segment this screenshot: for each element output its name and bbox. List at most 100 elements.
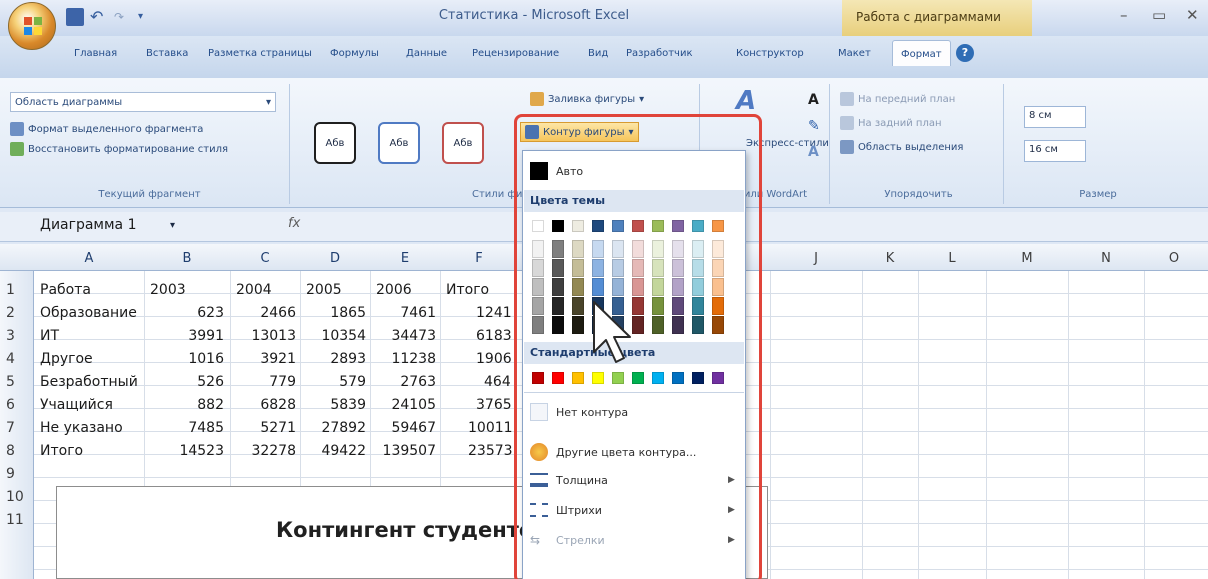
cell-b7[interactable]: 7485 — [152, 420, 224, 436]
theme-shade-swatch[interactable] — [712, 316, 724, 334]
shape-fill-button[interactable]: Заливка фигуры ▾ — [530, 92, 644, 106]
cell-b6[interactable]: 882 — [152, 397, 224, 413]
cell-c1[interactable]: 2004 — [236, 282, 272, 298]
cell-e8[interactable]: 139507 — [364, 443, 436, 459]
theme-shade-swatch[interactable] — [712, 259, 724, 277]
cell-d4[interactable]: 2893 — [294, 351, 366, 367]
name-box-dropdown-icon[interactable]: ▾ — [170, 220, 175, 231]
theme-shade-swatch[interactable] — [572, 259, 584, 277]
cell-a8[interactable]: Итого — [40, 443, 83, 459]
theme-color-swatch[interactable] — [612, 220, 624, 232]
standard-color-swatch[interactable] — [692, 372, 704, 384]
cell-c5[interactable]: 779 — [224, 374, 296, 390]
theme-shade-swatch[interactable] — [572, 278, 584, 296]
row-header-1[interactable]: 1 — [0, 282, 34, 298]
cell-a3[interactable]: ИТ — [40, 328, 59, 344]
theme-shade-swatch[interactable] — [552, 316, 564, 334]
row-header-5[interactable]: 5 — [0, 374, 34, 390]
theme-shade-swatch[interactable] — [692, 259, 704, 277]
help-icon[interactable]: ? — [956, 44, 974, 62]
standard-color-swatch[interactable] — [712, 372, 724, 384]
cell-d3[interactable]: 10354 — [294, 328, 366, 344]
theme-shade-swatch[interactable] — [612, 278, 624, 296]
chart-element-select[interactable]: Область диаграммы ▾ — [10, 92, 276, 112]
row-header-7[interactable]: 7 — [0, 420, 34, 436]
theme-shade-swatch[interactable] — [672, 316, 684, 334]
tab-developer[interactable]: Разработчик — [626, 48, 693, 59]
cell-b2[interactable]: 623 — [152, 305, 224, 321]
cell-a6[interactable]: Учащийся — [40, 397, 113, 413]
cell-b3[interactable]: 3991 — [152, 328, 224, 344]
cell-d7[interactable]: 27892 — [294, 420, 366, 436]
row-header-9[interactable]: 9 — [0, 466, 34, 482]
theme-shade-swatch[interactable] — [652, 259, 664, 277]
theme-shade-swatch[interactable] — [552, 297, 564, 315]
theme-color-swatch[interactable] — [532, 220, 544, 232]
theme-color-swatch[interactable] — [592, 220, 604, 232]
theme-shade-swatch[interactable] — [552, 278, 564, 296]
cell-f5[interactable]: 464 — [484, 374, 511, 390]
theme-shade-swatch[interactable] — [652, 278, 664, 296]
theme-shade-swatch[interactable] — [592, 240, 604, 258]
tab-formulas[interactable]: Формулы — [330, 48, 379, 59]
cell-b1[interactable]: 2003 — [150, 282, 186, 298]
cell-d2[interactable]: 1865 — [294, 305, 366, 321]
theme-shade-swatch[interactable] — [532, 316, 544, 334]
cell-c4[interactable]: 3921 — [224, 351, 296, 367]
theme-shade-swatch[interactable] — [612, 240, 624, 258]
row-header-8[interactable]: 8 — [0, 443, 34, 459]
standard-color-swatch[interactable] — [612, 372, 624, 384]
theme-shade-swatch[interactable] — [592, 278, 604, 296]
tab-design[interactable]: Конструктор — [736, 48, 804, 59]
theme-shade-swatch[interactable] — [712, 240, 724, 258]
standard-color-swatch[interactable] — [552, 372, 564, 384]
shape-style-3[interactable]: Абв — [442, 122, 484, 164]
theme-shade-swatch[interactable] — [692, 297, 704, 315]
theme-shade-swatch[interactable] — [532, 240, 544, 258]
bring-to-front-button[interactable]: На передний план — [840, 92, 955, 106]
theme-shade-swatch[interactable] — [672, 259, 684, 277]
cell-c6[interactable]: 6828 — [224, 397, 296, 413]
reset-style-button[interactable]: Восстановить форматирование стиля — [10, 142, 228, 156]
minimize-icon[interactable]: – — [1120, 6, 1128, 24]
theme-shade-swatch[interactable] — [652, 316, 664, 334]
standard-color-swatch[interactable] — [592, 372, 604, 384]
col-header-o[interactable]: O — [1144, 251, 1204, 266]
cell-e1[interactable]: 2006 — [376, 282, 412, 298]
theme-shade-swatch[interactable] — [552, 259, 564, 277]
maximize-icon[interactable]: ▭ — [1152, 6, 1166, 24]
cell-e4[interactable]: 11238 — [364, 351, 436, 367]
cell-a4[interactable]: Другое — [40, 351, 93, 367]
col-header-c[interactable]: C — [230, 251, 300, 266]
row-header-11[interactable]: 11 — [0, 512, 34, 528]
cell-f8[interactable]: 23573 — [468, 443, 513, 459]
standard-color-swatch[interactable] — [632, 372, 644, 384]
col-header-f[interactable]: F — [440, 251, 518, 266]
theme-shade-swatch[interactable] — [692, 316, 704, 334]
shape-style-2[interactable]: Абв — [378, 122, 420, 164]
cell-a5[interactable]: Безработный — [40, 374, 138, 390]
cell-d8[interactable]: 49422 — [294, 443, 366, 459]
chart-title[interactable]: Контингент студентов — [276, 518, 547, 542]
shape-height-input[interactable]: 8 см — [1024, 106, 1086, 128]
tab-layout[interactable]: Макет — [838, 48, 871, 59]
cell-c8[interactable]: 32278 — [224, 443, 296, 459]
tab-format[interactable]: Формат — [892, 40, 951, 66]
selection-pane-button[interactable]: Область выделения — [840, 140, 963, 154]
tab-insert[interactable]: Вставка — [146, 48, 188, 59]
send-to-back-button[interactable]: На задний план — [840, 116, 942, 130]
cell-a2[interactable]: Образование — [40, 305, 137, 321]
theme-shade-swatch[interactable] — [532, 278, 544, 296]
col-header-j[interactable]: J — [770, 251, 862, 266]
cell-e6[interactable]: 24105 — [364, 397, 436, 413]
cell-e7[interactable]: 59467 — [364, 420, 436, 436]
cell-f7[interactable]: 10011 — [468, 420, 513, 436]
insert-function-button[interactable]: fx — [288, 216, 300, 231]
theme-shade-swatch[interactable] — [632, 259, 644, 277]
theme-shade-swatch[interactable] — [692, 278, 704, 296]
col-header-l[interactable]: L — [918, 251, 986, 266]
tab-page-layout[interactable]: Разметка страницы — [208, 48, 312, 59]
theme-shade-swatch[interactable] — [652, 240, 664, 258]
tab-view[interactable]: Вид — [588, 48, 608, 59]
cell-d6[interactable]: 5839 — [294, 397, 366, 413]
